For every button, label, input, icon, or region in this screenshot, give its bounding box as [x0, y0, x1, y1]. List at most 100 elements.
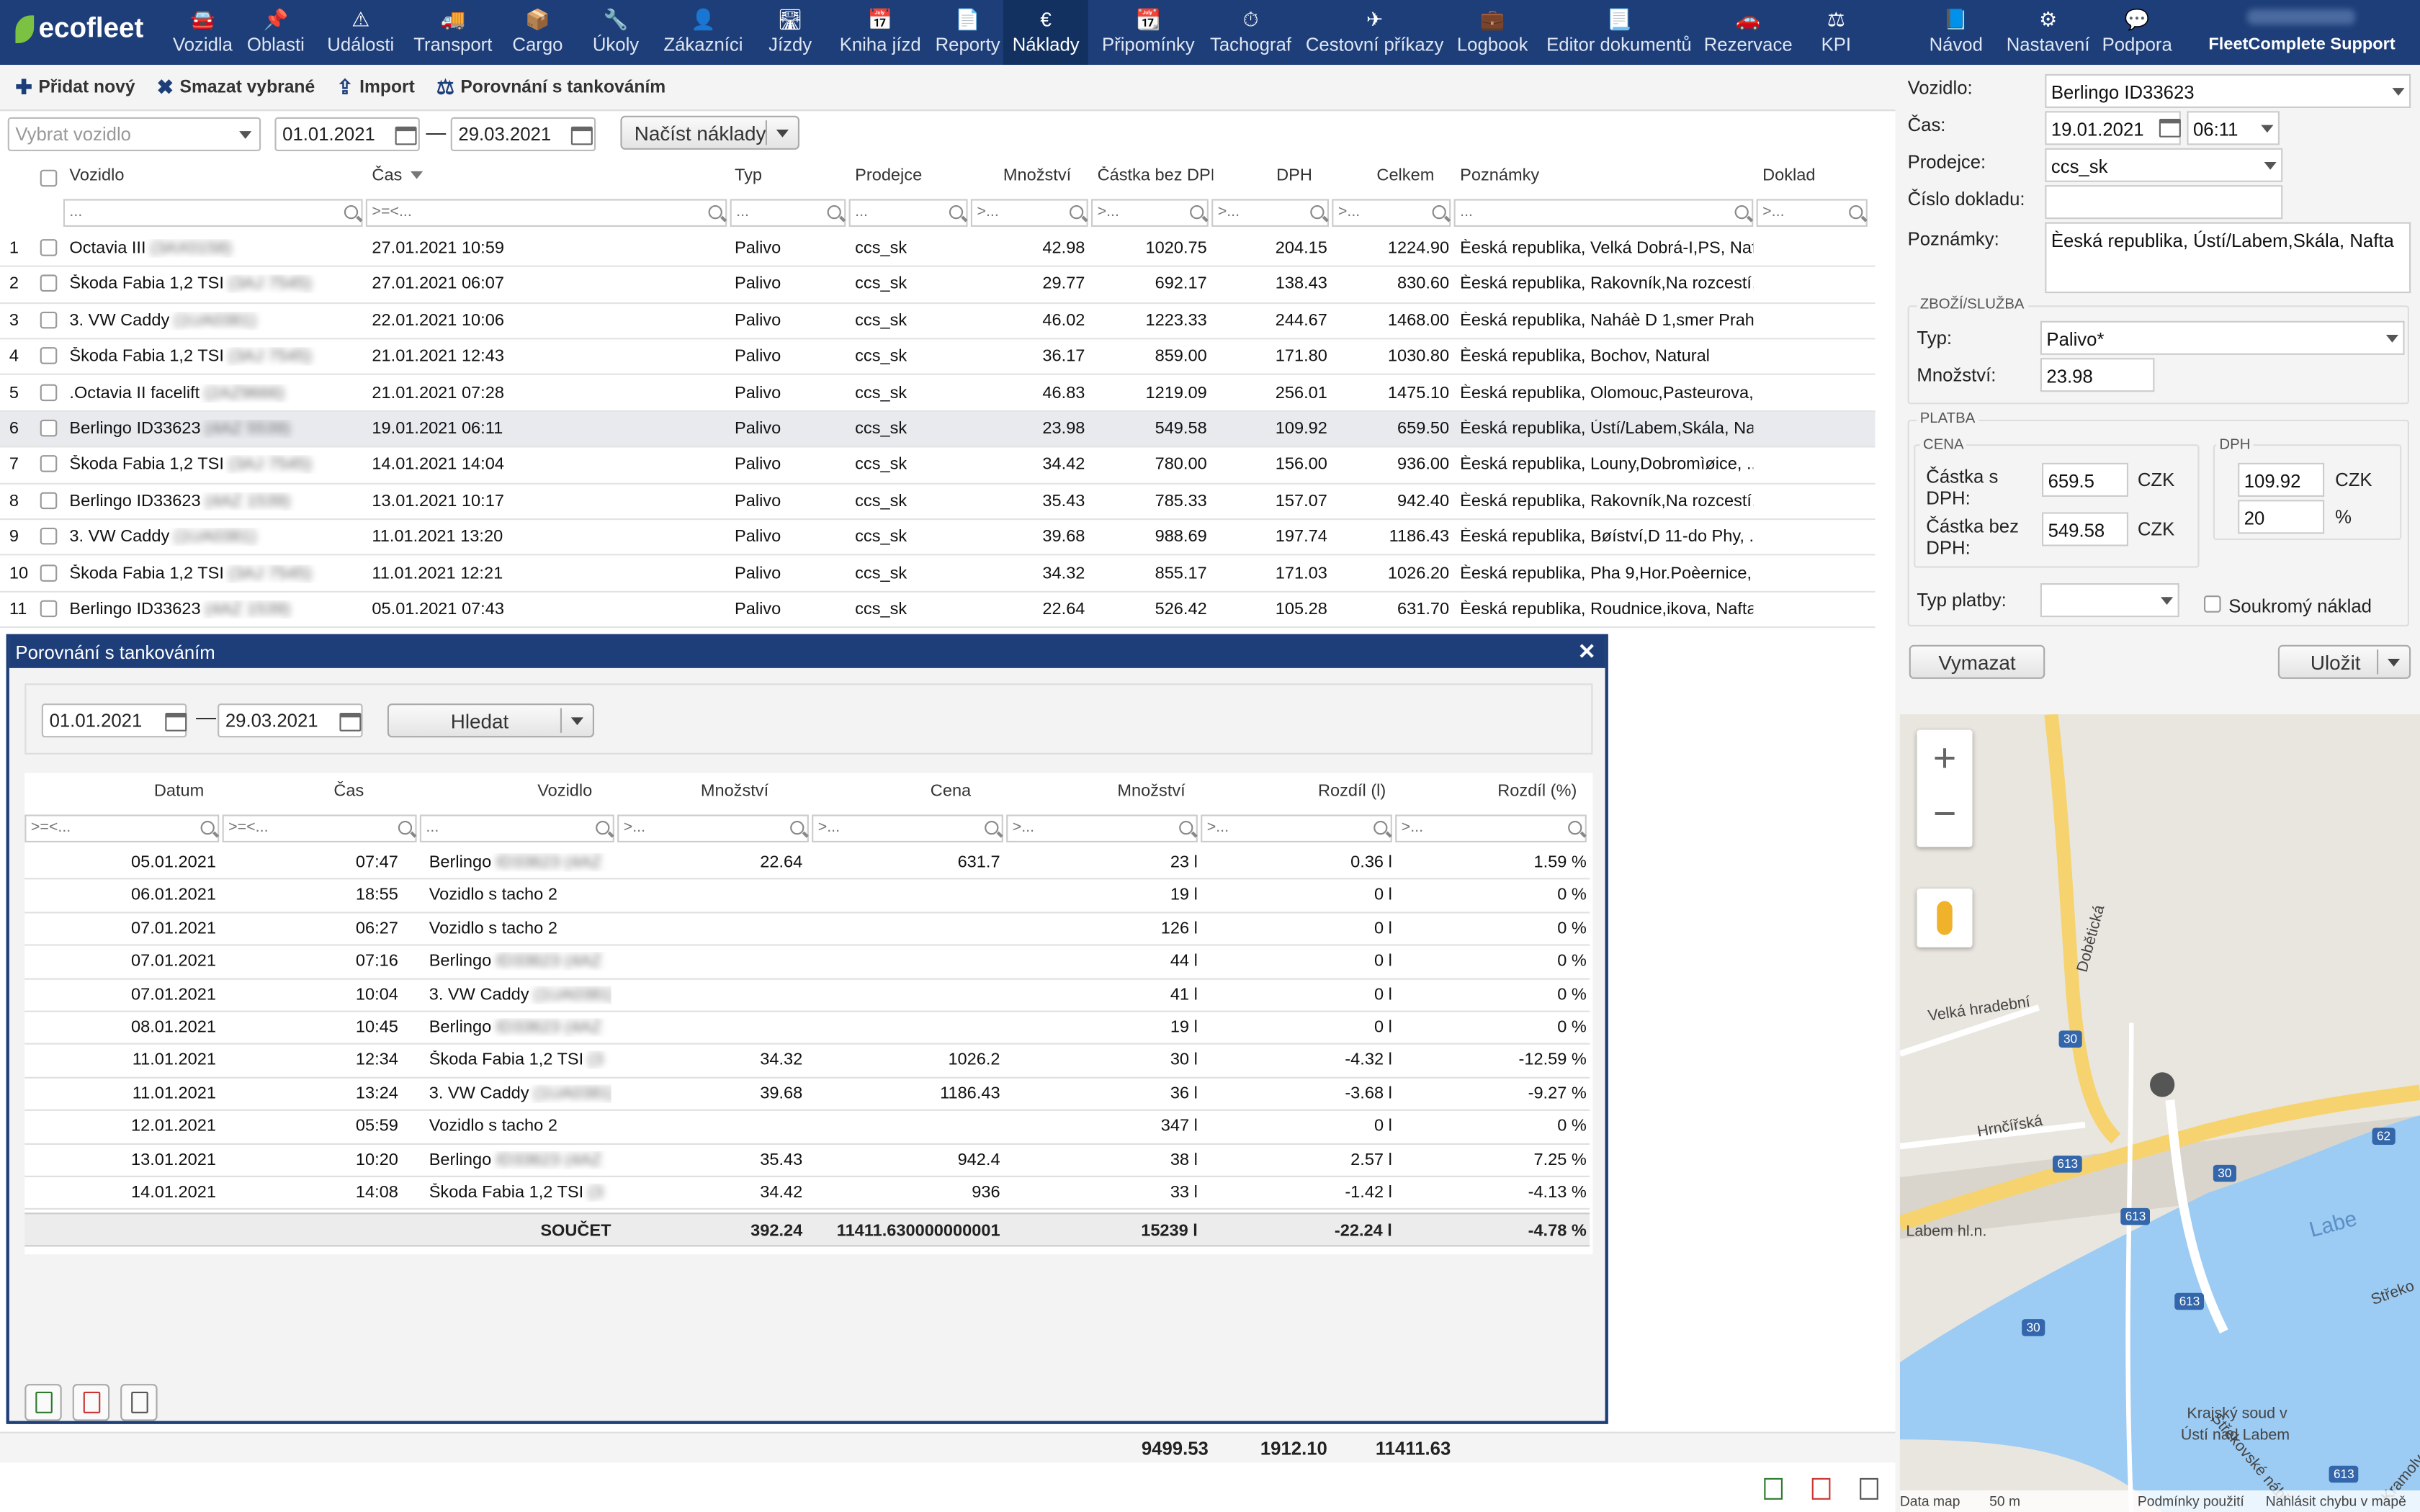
close-icon[interactable]: ✕ [1578, 639, 1596, 665]
col-doc[interactable]: Doklad [1762, 166, 1815, 185]
filter-net-input[interactable]: >... [1091, 199, 1209, 227]
load-costs-button[interactable]: Načíst náklady [620, 115, 799, 150]
dfilter-diff_l-input[interactable]: >... [1201, 814, 1392, 842]
save-button[interactable]: Uložit [2277, 644, 2411, 679]
row-checkbox[interactable] [40, 492, 58, 509]
table-row[interactable]: 5 .Octavia II facelift (2AZ9666) 21.01.2021… [0, 376, 1876, 412]
table-row[interactable]: 14.01.2021 14:08 Škoda Fabia 1,2 TSI (3 34.4… [24, 1177, 1590, 1210]
row-checkbox[interactable] [40, 455, 58, 473]
col-total[interactable]: Celkem [1376, 166, 1434, 185]
dcol-diff-pct[interactable]: Rozdíl (%) [1476, 782, 1599, 801]
ecofleet-logo[interactable]: ecofleet [15, 12, 143, 45]
dfilter-time-input[interactable]: >=<... [222, 814, 417, 842]
col-net[interactable]: Částka bez DPH [1098, 166, 1214, 185]
dcol-price[interactable]: Cena [905, 782, 998, 801]
paytype-field[interactable] [2040, 583, 2179, 618]
delete-button[interactable]: Vymazat [1909, 644, 2045, 679]
user-menu[interactable]: FleetComplete Support [2208, 9, 2396, 54]
row-checkbox[interactable] [40, 383, 58, 401]
zoom-out-button[interactable]: − [1917, 786, 1972, 841]
dfilter-price-input[interactable]: >... [812, 814, 1003, 842]
dcol-vehicle[interactable]: Vozidlo [503, 782, 627, 801]
nav-jízdy[interactable]: 🛣 Jízdy [759, 0, 821, 65]
filter-vehicle-input[interactable]: ... [63, 199, 363, 227]
private-cost-checkbox[interactable] [2204, 595, 2221, 613]
nav-návod[interactable]: 📘 Návod [1920, 0, 1992, 65]
dfilter-date-input[interactable]: >=<... [24, 814, 220, 842]
row-checkbox[interactable] [40, 311, 58, 328]
table-row[interactable]: 07.01.2021 07:16 Berlingo ID33623 (4AZ 44 l 0… [24, 946, 1590, 979]
dfilter-diff_pct-input[interactable]: >... [1395, 814, 1587, 842]
table-row[interactable]: 07.01.2021 10:04 3. VW Caddy (1UA0381) 41 l 0… [24, 979, 1590, 1012]
vat-rate-field[interactable]: 20 [2238, 500, 2325, 534]
col-type[interactable]: Typ [735, 166, 762, 185]
table-row[interactable]: 3 3. VW Caddy (1UA0381) 22.01.2021 10:06 Pal… [0, 304, 1876, 340]
filter-doc-input[interactable]: >... [1756, 199, 1868, 227]
col-qty[interactable]: Množství [1003, 166, 1071, 185]
table-row[interactable]: 2 Škoda Fabia 1,2 TSI (3AJ 7545) 27.01.2021… [0, 268, 1876, 304]
gross-field[interactable]: 659.5 [2042, 462, 2128, 497]
map-terms-link[interactable]: Podmínky použití [2138, 1493, 2244, 1508]
pdf-export-icon[interactable] [72, 1384, 110, 1421]
nav-vozidla[interactable]: 🚘 Vozidla [163, 0, 242, 65]
calendar-icon[interactable] [570, 126, 593, 145]
calendar-icon[interactable] [2159, 119, 2181, 138]
select-all-checkbox[interactable] [40, 169, 58, 187]
nav-editor-dokumentů[interactable]: 📃 Editor dokumentů [1537, 0, 1700, 65]
notes-field[interactable]: Èeská republika, Ústí/Labem,Skála, Nafta [2045, 222, 2411, 294]
nav-náklady[interactable]: € Náklady [1003, 0, 1089, 65]
qty-field[interactable]: 23.98 [2040, 358, 2155, 392]
filter-total-input[interactable]: >... [1332, 199, 1451, 227]
col-notes[interactable]: Poznámky [1460, 166, 1539, 185]
nav-cargo[interactable]: 📦 Cargo [503, 0, 573, 65]
seller-field[interactable]: ccs_sk [2045, 148, 2283, 182]
search-button[interactable]: Hledat [387, 703, 594, 738]
nav-kpi[interactable]: ⚖ KPI [1812, 0, 1860, 65]
dfilter-qty-input[interactable]: >... [617, 814, 809, 842]
table-row[interactable]: 07.01.2021 06:27 Vozidlo s tacho 2 126 l 0 l… [24, 913, 1590, 946]
nav-tachograf[interactable]: ⏱ Tachograf [1201, 0, 1301, 65]
nav-reporty[interactable]: 📄 Reporty [926, 0, 1010, 65]
nav-logbook[interactable]: 💼 Logbook [1448, 0, 1537, 65]
table-row[interactable]: 1 Octavia III (3AX0158) 27.01.2021 10:59 Pal… [0, 231, 1876, 268]
row-checkbox[interactable] [40, 528, 58, 545]
filter-notes-input[interactable]: ... [1453, 199, 1754, 227]
table-row[interactable]: 11.01.2021 13:24 3. VW Caddy (1UA0381) 39.68… [24, 1078, 1590, 1112]
row-checkbox[interactable] [40, 564, 58, 581]
document-export-icon[interactable] [1860, 1477, 1878, 1500]
time-field[interactable]: 06:11 [2187, 111, 2280, 145]
nav-úkoly[interactable]: 🔧 Úkoly [583, 0, 648, 65]
col-seller[interactable]: Prodejce [855, 166, 922, 185]
filter-time-input[interactable]: >=<... [365, 199, 727, 227]
zoom-in-button[interactable]: + [1917, 730, 1972, 786]
table-row[interactable]: 7 Škoda Fabia 1,2 TSI (3AJ 7545) 14.01.2021… [0, 448, 1876, 485]
dcol-qty[interactable]: Množství [673, 782, 796, 801]
table-row[interactable]: 12.01.2021 05:59 Vozidlo s tacho 2 347 l 0 l… [24, 1111, 1590, 1145]
table-row[interactable]: 11.01.2021 12:34 Škoda Fabia 1,2 TSI (3 34.3… [24, 1045, 1590, 1079]
import-button[interactable]: ⇪ Import [336, 75, 415, 99]
filter-qty-input[interactable]: >... [970, 199, 1088, 227]
dcol-diff-l[interactable]: Rozdíl (l) [1290, 782, 1413, 801]
vat-field[interactable]: 109.92 [2238, 462, 2325, 497]
type-field[interactable]: Palivo* [2040, 320, 2405, 355]
map-report-link[interactable]: Nahlásit chybu v mapě [2266, 1493, 2406, 1508]
row-checkbox[interactable] [40, 347, 58, 365]
map-view[interactable]: + − Dobětická Velká hradební Hrnčířská Labe… [1899, 714, 2420, 1512]
row-checkbox[interactable] [40, 419, 58, 437]
table-row[interactable]: 05.01.2021 07:47 Berlingo ID33623 (4AZ 22.64… [24, 847, 1590, 881]
row-checkbox[interactable] [40, 600, 58, 618]
filter-vat-input[interactable]: >... [1211, 199, 1329, 227]
nav-události[interactable]: ⚠ Události [318, 0, 403, 65]
dcol-qty2[interactable]: Množství [1090, 782, 1213, 801]
delete-selected-button[interactable]: ✖ Smazat vybrané [157, 75, 315, 99]
add-new-button[interactable]: ✚ Přidat nový [15, 75, 135, 99]
vehicle-field[interactable]: Berlingo ID33623 [2045, 73, 2411, 108]
nav-zákazníci[interactable]: 👤 Zákazníci [655, 0, 753, 65]
nav-transport[interactable]: 🚚 Transport [404, 0, 501, 65]
nav-cestovní-příkazy[interactable]: ✈ Cestovní příkazy [1296, 0, 1453, 65]
row-checkbox[interactable] [40, 275, 58, 292]
col-vehicle[interactable]: Vozidlo [69, 166, 124, 185]
filter-type-input[interactable]: ... [730, 199, 846, 227]
col-time[interactable]: Čas [372, 166, 402, 185]
vehicle-select[interactable]: Vybrat vozidlo [7, 117, 261, 151]
